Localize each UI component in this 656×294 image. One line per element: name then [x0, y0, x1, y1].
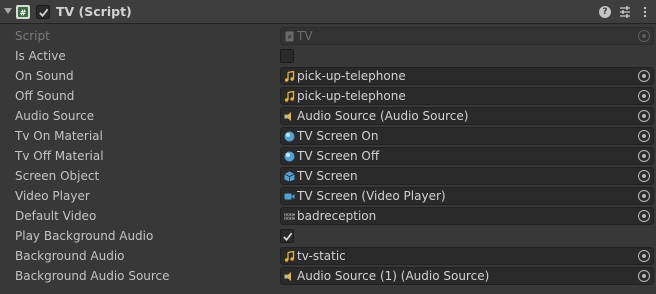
field-label: Script	[15, 29, 50, 43]
field-label: Tv On Material	[15, 129, 103, 143]
audio-clip-icon	[284, 71, 295, 82]
field-label: Tv Off Material	[15, 149, 104, 163]
foldout-arrow-icon[interactable]	[4, 8, 12, 14]
kebab-menu-icon	[644, 7, 646, 17]
video-clip-icon	[284, 213, 295, 220]
checkmark-icon	[282, 232, 292, 241]
checkmark-icon	[38, 8, 48, 17]
field-value: badreception	[297, 209, 377, 223]
field-value: TV Screen	[297, 169, 358, 183]
row-default-video: Default Video badreception	[0, 206, 656, 226]
object-picker-icon[interactable]	[638, 190, 650, 202]
object-picker-icon[interactable]	[638, 130, 650, 142]
object-picker-icon[interactable]	[638, 270, 650, 282]
field-label: Screen Object	[15, 169, 100, 183]
background-audio-object-field[interactable]: tv-static	[280, 247, 654, 265]
row-on-sound: On Sound pick-up-telephone	[0, 66, 656, 86]
row-off-sound: Off Sound pick-up-telephone	[0, 86, 656, 106]
game-object-icon	[284, 171, 295, 182]
object-picker-icon	[638, 30, 650, 42]
field-value: tv-static	[297, 249, 346, 263]
field-value: TV Screen (Video Player)	[297, 189, 446, 203]
field-value: TV	[297, 29, 313, 43]
component-title: TV (Script)	[56, 4, 132, 19]
background-audio-source-object-field[interactable]: Audio Source (1) (Audio Source)	[280, 267, 654, 285]
audio-source-icon	[284, 112, 291, 121]
field-label: Default Video	[15, 209, 97, 223]
csharp-script-icon: #	[16, 5, 30, 19]
object-picker-icon[interactable]	[638, 70, 650, 82]
tv-script-component: # TV (Script) ? Script # TV Is Active On…	[0, 0, 656, 294]
tv-on-material-object-field[interactable]: TV Screen On	[280, 127, 654, 145]
field-value: pick-up-telephone	[297, 69, 406, 83]
on-sound-object-field[interactable]: pick-up-telephone	[280, 67, 654, 85]
row-is-active: Is Active	[0, 46, 656, 66]
tv-off-material-object-field[interactable]: TV Screen Off	[280, 147, 654, 165]
row-script: Script # TV	[0, 26, 656, 46]
row-tv-off-material: Tv Off Material TV Screen Off	[0, 146, 656, 166]
field-label: Off Sound	[15, 89, 75, 103]
audio-source-object-field[interactable]: Audio Source (Audio Source)	[280, 107, 654, 125]
field-value: pick-up-telephone	[297, 89, 406, 103]
object-picker-icon[interactable]	[638, 170, 650, 182]
script-file-icon: #	[285, 31, 294, 42]
svg-text:#: #	[287, 34, 292, 41]
help-icon: ?	[599, 6, 611, 18]
context-menu-button[interactable]	[637, 4, 653, 20]
material-icon	[284, 151, 295, 162]
field-value: Audio Source (Audio Source)	[297, 109, 469, 123]
video-player-icon	[284, 193, 295, 200]
row-background-audio-source: Background Audio Source Audio Source (1)…	[0, 266, 656, 286]
row-tv-on-material: Tv On Material TV Screen On	[0, 126, 656, 146]
component-header[interactable]: # TV (Script) ?	[0, 0, 656, 24]
default-video-object-field[interactable]: badreception	[280, 207, 654, 225]
field-label: Audio Source	[15, 109, 95, 123]
svg-text:#: #	[20, 9, 27, 18]
screen-object-object-field[interactable]: TV Screen	[280, 167, 654, 185]
row-background-audio: Background Audio tv-static	[0, 246, 656, 266]
field-label: Background Audio	[15, 249, 125, 263]
row-screen-object: Screen Object TV Screen	[0, 166, 656, 186]
audio-source-icon	[284, 272, 291, 281]
audio-clip-icon	[284, 91, 295, 102]
field-label: Is Active	[15, 49, 66, 63]
row-audio-source: Audio Source Audio Source (Audio Source)	[0, 106, 656, 126]
object-picker-icon[interactable]	[638, 150, 650, 162]
row-play-background-audio: Play Background Audio	[0, 226, 656, 246]
play-background-audio-checkbox[interactable]	[280, 229, 294, 243]
material-icon	[284, 131, 295, 142]
help-button[interactable]: ?	[597, 4, 613, 20]
video-player-object-field[interactable]: TV Screen (Video Player)	[280, 187, 654, 205]
field-label: Play Background Audio	[15, 229, 154, 243]
object-picker-icon[interactable]	[638, 250, 650, 262]
object-picker-icon[interactable]	[638, 210, 650, 222]
row-video-player: Video Player TV Screen (Video Player)	[0, 186, 656, 206]
object-picker-icon[interactable]	[638, 110, 650, 122]
field-value: Audio Source (1) (Audio Source)	[297, 269, 490, 283]
field-value: TV Screen On	[297, 129, 379, 143]
is-active-checkbox[interactable]	[280, 49, 294, 63]
field-label: Video Player	[15, 189, 90, 203]
script-object-field[interactable]: # TV	[280, 27, 654, 45]
audio-clip-icon	[284, 251, 295, 262]
off-sound-object-field[interactable]: pick-up-telephone	[280, 87, 654, 105]
field-label: On Sound	[15, 69, 74, 83]
field-value: TV Screen Off	[297, 149, 380, 163]
sliders-icon	[620, 6, 630, 18]
component-enabled-checkbox[interactable]	[36, 5, 50, 19]
field-label: Background Audio Source	[15, 269, 170, 283]
presets-button[interactable]	[617, 4, 633, 20]
object-picker-icon[interactable]	[638, 90, 650, 102]
